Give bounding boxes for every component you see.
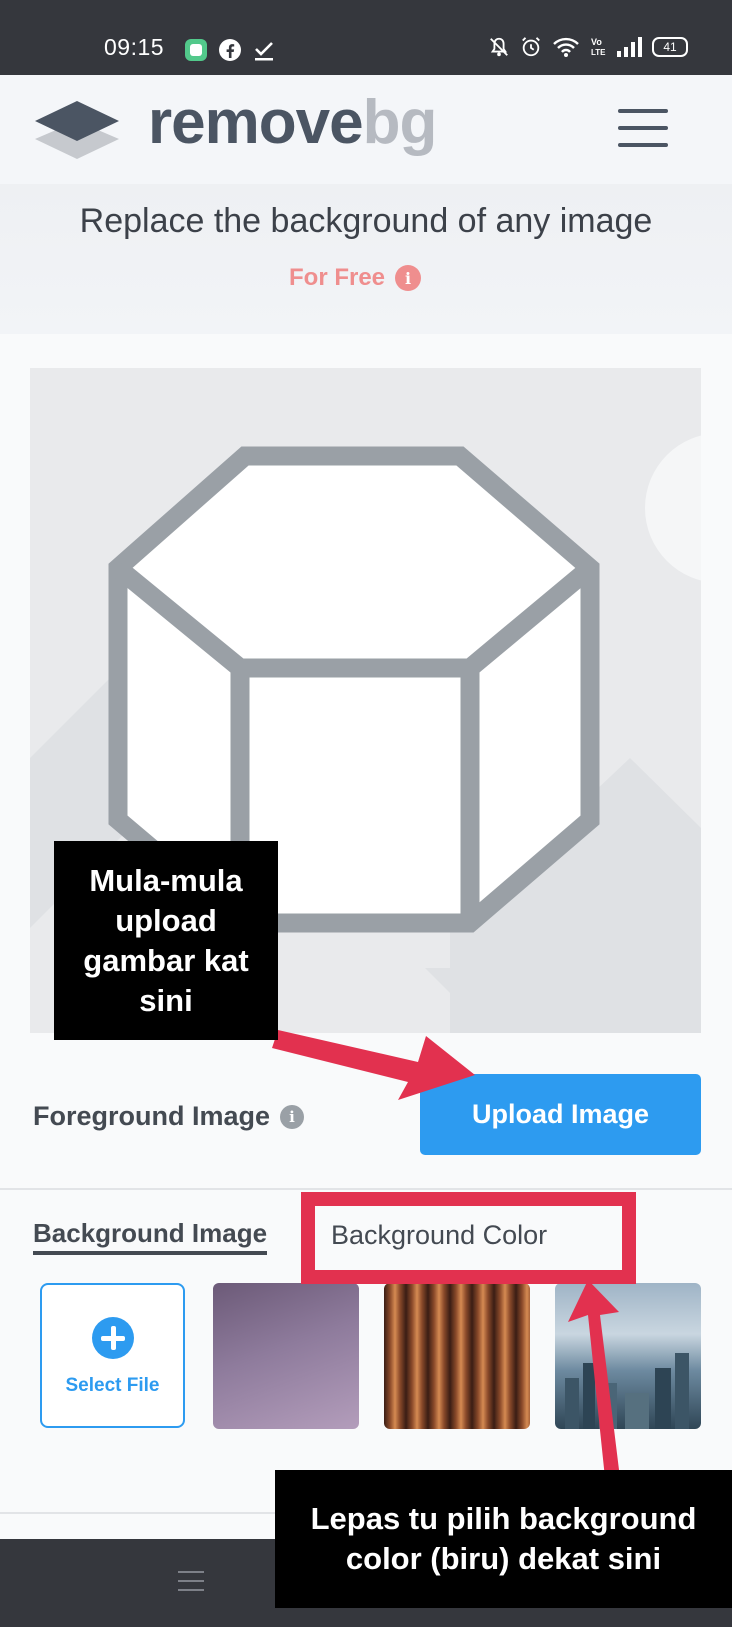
signal-icon (617, 37, 642, 57)
logo-wordmark[interactable]: removebg (148, 87, 438, 158)
info-icon[interactable]: i (280, 1104, 305, 1129)
bell-off-icon (490, 37, 508, 57)
foreground-label-text: Foreground Image (33, 1101, 271, 1131)
alarm-icon (522, 37, 540, 57)
download-done-icon (255, 42, 273, 61)
site-header: removebg (0, 75, 732, 184)
page-title: Replace the background of any image (79, 202, 653, 240)
select-file-label: Select File (65, 1375, 160, 1396)
logo-bg-text: bg (362, 88, 438, 157)
info-icon[interactable]: i (395, 265, 422, 291)
recent-apps-icon[interactable] (178, 1569, 204, 1593)
background-thumbnail-copper[interactable] (384, 1283, 530, 1429)
highlight-box-background-color (301, 1192, 636, 1284)
tab-background-image[interactable]: Background Image (33, 1218, 268, 1255)
for-free-label: For Free (289, 264, 386, 291)
svg-text:LTE: LTE (591, 48, 606, 57)
status-icons: Vo LTE 41 (488, 36, 688, 58)
battery-icon: 41 (652, 37, 688, 57)
screen: 09:15 Vo LTE 41 removebg Replace the bac… (0, 0, 732, 1627)
city-skyline-image (565, 1353, 689, 1429)
status-time: 09:15 (104, 34, 165, 60)
background-thumbnail-purple[interactable] (213, 1283, 359, 1429)
facebook-icon (219, 39, 241, 61)
background-thumbnail-city[interactable] (555, 1283, 701, 1429)
plus-icon (92, 1317, 134, 1359)
svg-text:Vo: Vo (591, 37, 602, 47)
for-free-link[interactable]: For Free i (289, 264, 422, 292)
upload-image-button[interactable]: Upload Image (420, 1074, 701, 1155)
wifi-icon (553, 37, 579, 57)
hero-section: Replace the background of any image For … (0, 184, 732, 334)
foreground-image-label: Foreground Image i (33, 1101, 305, 1132)
divider (0, 1188, 732, 1190)
volte-icon: Vo LTE (591, 37, 606, 57)
status-bar: 09:15 Vo LTE 41 (0, 0, 732, 75)
chat-app-icon (185, 39, 207, 61)
annotation-note-background-color: Lepas tu pilih background color (biru) d… (275, 1470, 732, 1608)
select-file-button[interactable]: Select File (40, 1283, 185, 1428)
logo-remove-text: remove (148, 88, 364, 157)
annotation-note-upload: Mula-mula upload gambar kat sini (54, 841, 278, 1040)
removebg-logo-icon[interactable] (33, 99, 121, 163)
hamburger-menu-icon[interactable] (618, 107, 668, 147)
